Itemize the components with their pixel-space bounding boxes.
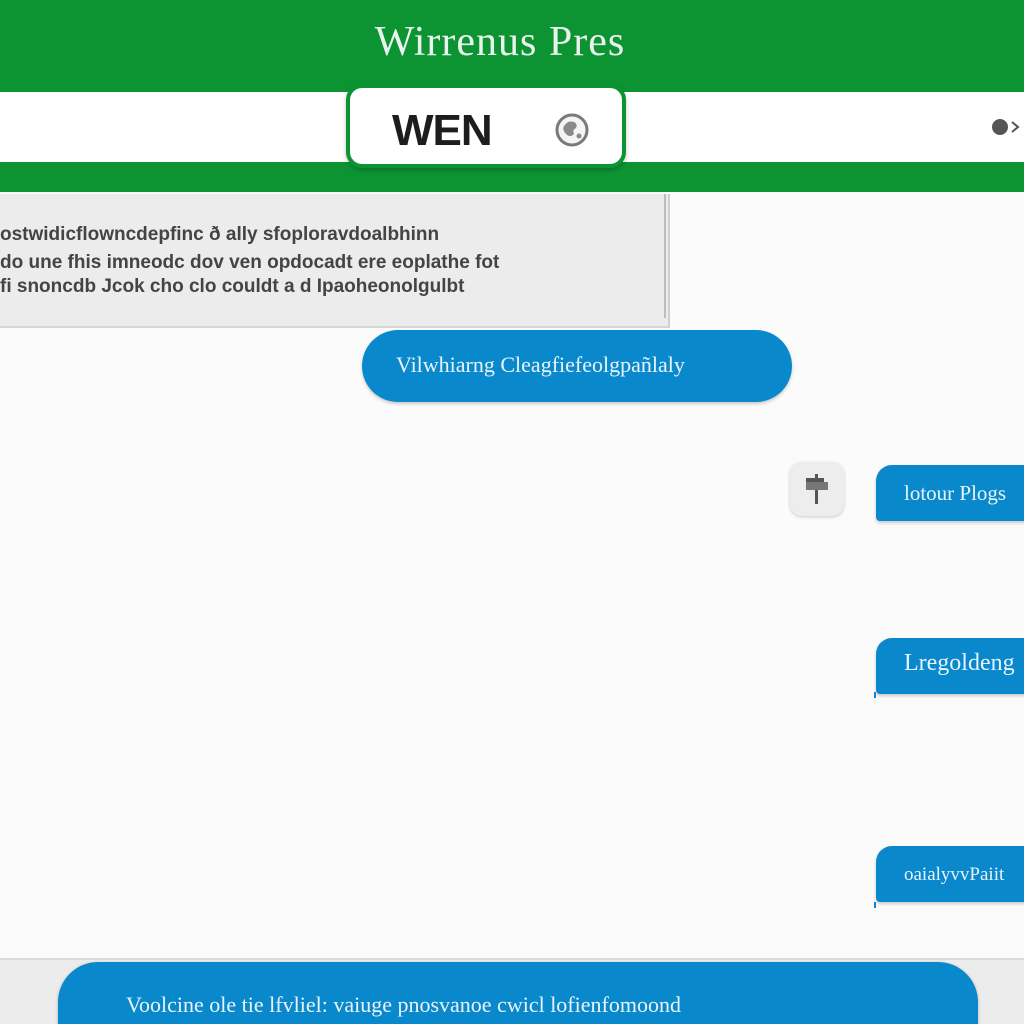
menu-dot-icon[interactable] [990, 118, 1020, 136]
pin-icon [806, 474, 828, 504]
pin-icon-button[interactable] [790, 462, 844, 516]
incoming-line: do une fhis imneodc dov ven opdocadt ere… [0, 252, 500, 273]
incoming-line: ostwidicflowncdepfinc ð ally sfoploravdo… [0, 224, 440, 245]
composer-text: Voolcine ole tie lfvliel: vaiuge pnosvan… [126, 992, 681, 1017]
message-text: oaialyvvPaiit [904, 864, 1005, 885]
message-bubble-right[interactable]: Lregoldeng [876, 638, 1024, 694]
bubble-tail [874, 692, 882, 698]
message-bubble-right[interactable]: lotour Plogs [876, 465, 1024, 521]
panel-divider [664, 194, 666, 318]
globe-icon[interactable] [554, 112, 590, 148]
bubble-tail [874, 902, 882, 908]
incoming-message-panel: ostwidicflowncdepfinc ð ally sfoploravdo… [0, 194, 670, 328]
message-composer[interactable]: Voolcine ole tie lfvliel: vaiuge pnosvan… [58, 962, 978, 1024]
message-bubble-right[interactable]: oaialyvvPaiit [876, 846, 1024, 902]
incoming-line: fi snoncdb Jcok cho clo couldt a d Ipaoh… [0, 276, 465, 297]
brand-logo-text: WEN [392, 106, 493, 155]
message-bubble-center[interactable]: Vilwhiarng Cleagfiefeolgpañlaly [362, 330, 792, 402]
message-text: Vilwhiarng Cleagfiefeolgpañlaly [396, 352, 685, 377]
app-title: Wirrenus Pres [374, 19, 626, 65]
message-text: Lregoldeng [904, 650, 1015, 676]
message-text: lotour Plogs [904, 481, 1007, 505]
brand-button[interactable]: WEN [346, 84, 626, 168]
chat-window: Wirrenus Pres WEN ostwidicflowncdepfinc … [0, 0, 1024, 1024]
